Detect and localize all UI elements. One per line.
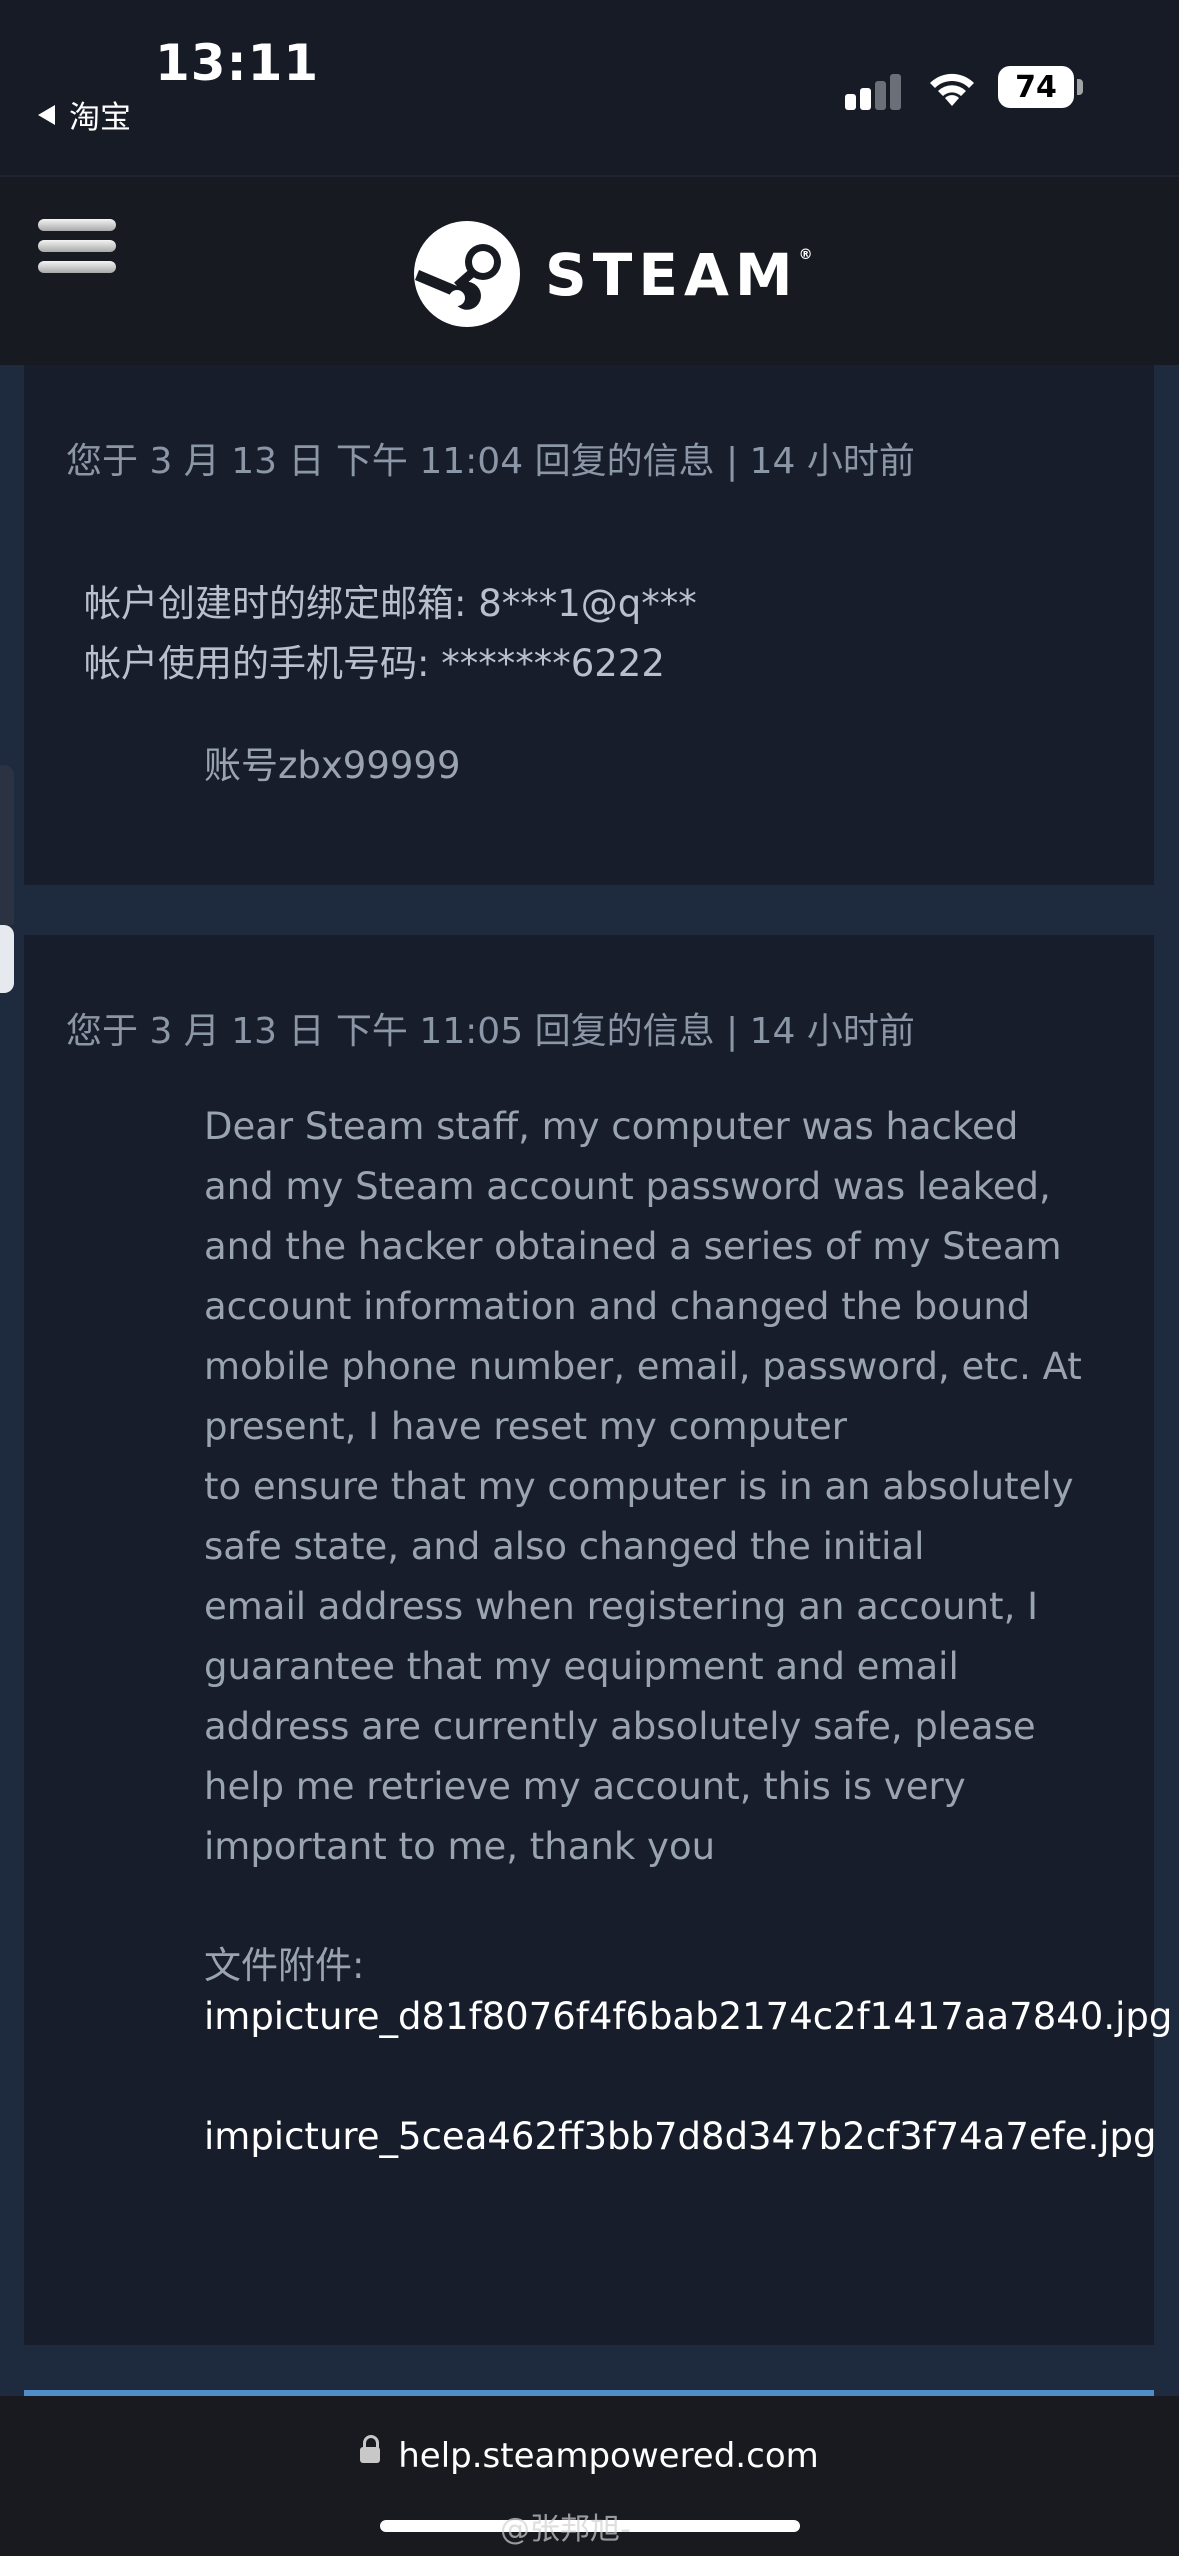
- message-body: Dear Steam staff, my computer was hacked…: [204, 1105, 1082, 1868]
- side-panel-tab[interactable]: [0, 925, 14, 993]
- message-line: 帐户创建时的绑定邮箱: 8***1@q***: [84, 582, 697, 625]
- attachments-label: 文件附件:: [204, 1944, 365, 1987]
- message-card: 您于 3 月 13 日 下午 11:05 回复的信息 | 14 小时前 Dear…: [24, 935, 1172, 2345]
- ticket-thread: 您于 3 月 13 日 下午 11:04 回复的信息 | 14 小时前 帐户创建…: [0, 365, 1179, 2395]
- side-panel-handle[interactable]: [0, 765, 14, 925]
- steam-wordmark[interactable]: STEAM®: [545, 241, 813, 309]
- back-arrow-icon: [38, 104, 55, 125]
- lock-icon: [360, 2434, 381, 2463]
- attachment-link[interactable]: impicture_d81f8076f4f6bab2174c2f1417aa78…: [204, 1995, 1172, 2038]
- url-field[interactable]: help.steampowered.com: [0, 2434, 1179, 2476]
- message-line: 帐户使用的手机号码: *******6222: [84, 642, 665, 685]
- message-account: 账号zbx99999: [204, 744, 461, 787]
- steam-logo-icon[interactable]: [413, 220, 521, 328]
- message-meta: 您于 3 月 13 日 下午 11:05 回复的信息 | 14 小时前: [66, 1011, 915, 1052]
- back-app-label: 淘宝: [69, 100, 131, 136]
- browser-address-bar[interactable]: help.steampowered.com @张邦旭-: [0, 2396, 1179, 2556]
- steam-header: STEAM®: [0, 175, 1179, 367]
- message-card: 您于 3 月 13 日 下午 11:04 回复的信息 | 14 小时前 帐户创建…: [24, 365, 1154, 885]
- menu-icon[interactable]: [38, 219, 116, 285]
- message-meta: 您于 3 月 13 日 下午 11:04 回复的信息 | 14 小时前: [66, 441, 915, 482]
- status-bar: 13:11 淘宝 74: [0, 0, 1179, 175]
- battery-icon: 74: [998, 66, 1074, 108]
- attachment-link[interactable]: impicture_5cea462ff3bb7d8d347b2cf3f74a7e…: [204, 2115, 1157, 2158]
- back-to-app-button[interactable]: 淘宝: [38, 92, 131, 137]
- watermark: @张邦旭-: [500, 2512, 631, 2547]
- wifi-icon: [930, 73, 974, 106]
- status-time: 13:11: [155, 34, 320, 92]
- battery-nub: [1077, 79, 1083, 95]
- signal-icon: [845, 72, 909, 110]
